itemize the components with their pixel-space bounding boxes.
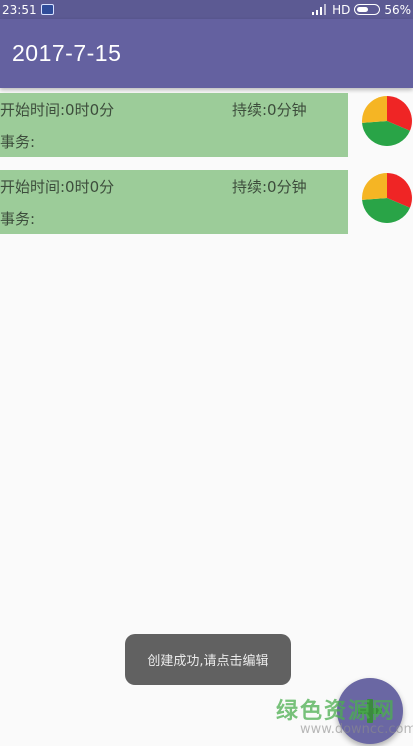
toast-message: 创建成功,请点击编辑 — [125, 634, 291, 685]
status-indicators: HD 56% — [312, 0, 411, 19]
page-title: 2017-7-15 — [12, 40, 122, 66]
entry-start-time: 开始时间:0时0分 — [0, 101, 115, 119]
entry-task: 事务: — [0, 133, 36, 151]
notification-app-icon — [40, 4, 54, 15]
entry-card[interactable]: 开始时间:0时0分 持续:0分钟 事务: — [0, 93, 348, 157]
watermark-text: 绿色资源网 — [276, 699, 397, 724]
entry-duration: 持续:0分钟 — [232, 178, 307, 196]
pie-chart-icon[interactable] — [362, 96, 412, 146]
watermark-url: www.downcc.com — [300, 722, 413, 737]
entry-card[interactable]: 开始时间:0时0分 持续:0分钟 事务: — [0, 170, 348, 234]
network-type: HD — [332, 2, 351, 17]
toast-text: 创建成功,请点击编辑 — [147, 654, 269, 669]
pie-chart-icon[interactable] — [362, 173, 412, 223]
battery-icon — [354, 4, 381, 15]
status-bar: 23:51 HD 56% — [0, 0, 413, 19]
list-item[interactable]: 开始时间:0时0分 持续:0分钟 事务: — [0, 170, 413, 236]
status-time: 23:51 — [2, 2, 37, 17]
app-bar: 2017-7-15 — [0, 19, 413, 88]
entry-task: 事务: — [0, 210, 36, 228]
battery-percent: 56% — [384, 2, 411, 17]
entry-duration: 持续:0分钟 — [232, 101, 307, 119]
signal-icon — [312, 4, 327, 15]
list-item[interactable]: 开始时间:0时0分 持续:0分钟 事务: — [0, 93, 413, 159]
entry-start-time: 开始时间:0时0分 — [0, 178, 115, 196]
